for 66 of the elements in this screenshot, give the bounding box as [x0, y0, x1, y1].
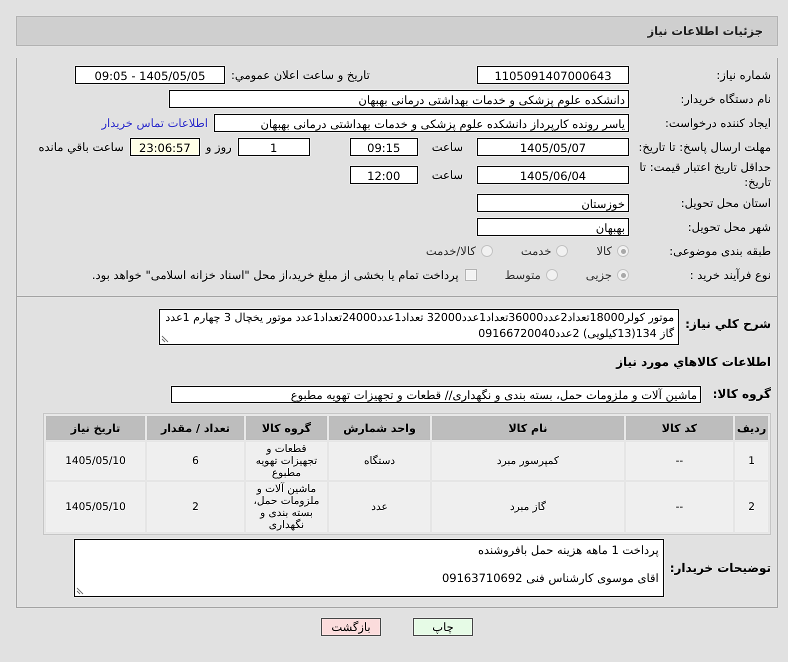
radio-label: جزیی [586, 268, 612, 282]
field-label: ایجاد کننده درخواست: [664, 116, 771, 130]
field-label: نام دستگاه خریدار: [679, 92, 771, 106]
field-label: ساعت [432, 140, 463, 154]
field-label: مهلت ارسال پاسخ: تا تاریخ: [637, 140, 771, 154]
radio-label: متوسط [504, 268, 541, 282]
back-button[interactable]: بازگشت [321, 618, 381, 636]
radio-label: کالا/خدمت [426, 244, 476, 258]
page-title: جزئیات اطلاعات نیاز [647, 24, 763, 38]
field-label: تاریخ و ساعت اعلان عمومي: [231, 68, 370, 82]
note-line: اقای موسوی کارشناس فنی 09163710692 [440, 570, 659, 586]
table-cell: 1405/05/10 [46, 442, 146, 480]
column-header: گروه کالا [246, 416, 327, 440]
table-cell: 1405/05/10 [46, 482, 146, 532]
section-heading: اطلاعات کالاهاي مورد نياز [616, 355, 771, 369]
days-field: 1 [238, 138, 310, 156]
description-textarea[interactable]: موتور کولر18000تعداد2عدد36000تعداد1عدد32000 تعداد1عدد24000تعداد1عدد موتور یخچال 3 چهارم 1عدد گاز 134(13کیلویی) 2عدد09166720040 [159, 309, 680, 345]
print-button[interactable]: چاپ [413, 618, 473, 636]
buyer-org-field: دانشکده علوم پزشکی و خدمات بهداشتی درمانی بهبهان [169, 90, 629, 108]
time-field: 12:00 [350, 166, 418, 184]
table-cell: ماشین آلات و ملزومات حمل، بسته بندی و نگهداری [246, 482, 327, 532]
table-cell: گاز مبرد [432, 482, 624, 532]
announce-date-field: 1405/05/05 - 09:05 [75, 66, 225, 84]
table-cell: 2 [147, 482, 244, 532]
column-header: ردیف [735, 416, 768, 440]
field-label: ساعت باقي مانده [38, 140, 124, 154]
date-field: 1405/06/04 [477, 166, 629, 184]
field-label: روز و [206, 140, 232, 154]
field-label: حداقل تاریخ اعتبار قیمت: تا تاریخ: [638, 160, 771, 190]
table-cell: 6 [147, 442, 244, 480]
field-label: گروه کالا: [712, 387, 771, 401]
buyer-contact-link[interactable]: اطلاعات تماس خریدار [101, 116, 208, 130]
table-cell: 2 [735, 482, 768, 532]
column-header: واحد شمارش [328, 416, 430, 440]
field-label: طبقه بندی موضوعی: [668, 244, 771, 258]
table-cell: کمپرسور مبرد [432, 442, 624, 480]
remaining-time-field: 23:06:57 [130, 138, 200, 156]
table-cell: -- [626, 442, 734, 480]
need-number-field: 1105091407000643 [477, 66, 629, 84]
time-field: 09:15 [350, 138, 418, 156]
table-cell: قطعات و تجهیزات تهویه مطبوع [246, 442, 327, 480]
table-cell: -- [626, 482, 734, 532]
city-field: بهبهان [477, 218, 629, 236]
table-cell: عدد [328, 482, 430, 532]
radio-label: کالا [596, 244, 612, 258]
field-label: توضیحات خریدار: [670, 561, 771, 575]
table-cell: 1 [735, 442, 768, 480]
field-label: ساعت [432, 168, 463, 182]
field-label: شرح کلي نياز: [685, 317, 771, 331]
column-header: تاریخ نیاز [46, 416, 146, 440]
table-cell: دستگاه [328, 442, 430, 480]
buyer-notes-textarea[interactable]: پرداخت 1 ماهه هزینه حمل بافروشنده اقای موسوی کارشناس فنی 09163710692 [74, 539, 664, 597]
field-label: شماره نیاز: [715, 68, 771, 82]
column-header: کد کالا [626, 416, 734, 440]
province-field: خوزستان [477, 194, 629, 212]
note-line: پرداخت 1 ماهه هزینه حمل بافروشنده [476, 542, 659, 558]
column-header: نام کالا [432, 416, 624, 440]
field-label: شهر محل تحویل: [686, 220, 771, 234]
date-field: 1405/05/07 [477, 138, 629, 156]
checkbox-label: پرداخت تمام یا بخشی از مبلغ خرید،از محل "اسناد خزانه اسلامی" خواهد بود. [92, 268, 459, 282]
goods-group-field: ماشین آلات و ملزومات حمل، بسته بندی و نگهداری// قطعات و تجهیزات تهویه مطبوع [171, 386, 701, 402]
field-label: استان محل تحویل: [680, 196, 771, 210]
radio-label: خدمت [520, 244, 552, 258]
field-label: نوع فرآیند خرید : [688, 268, 771, 282]
requester-field: یاسر رونده کارپرداز دانشکده علوم پزشکی و خدمات بهداشتی درمانی بهبهان [214, 114, 629, 132]
column-header: تعداد / مقدار [147, 416, 244, 440]
